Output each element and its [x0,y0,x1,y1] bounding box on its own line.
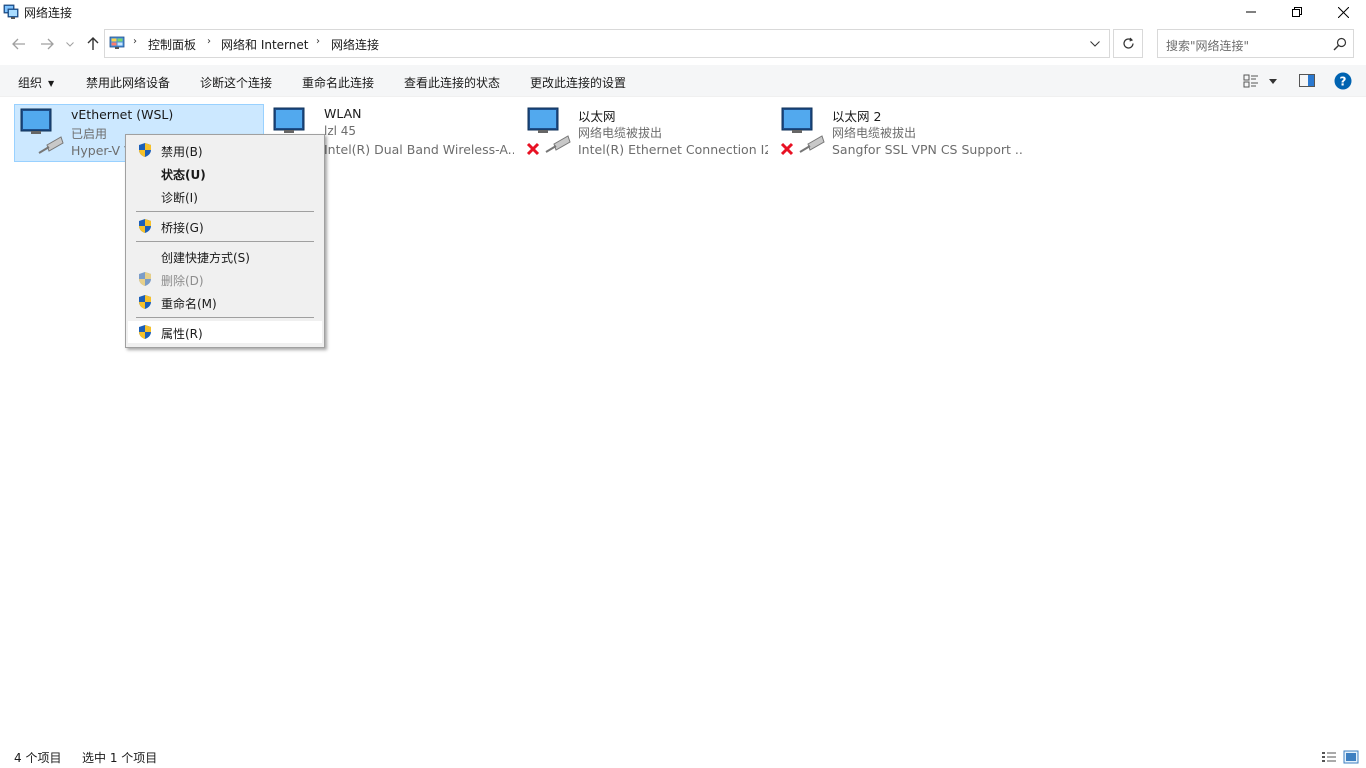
arrow-up-icon [87,37,99,50]
menu-item-label: 重命名(M) [161,297,217,311]
connection-status: 网络电缆被拔出 [578,126,663,140]
address-bar[interactable]: › 控制面板 › 网络和 Internet › 网络连接 [104,29,1110,58]
uac-shield-icon [139,219,151,233]
breadcrumb-separator[interactable]: › [316,36,320,47]
network-adapter-icon [20,108,64,154]
details-view-icon[interactable] [1321,749,1337,765]
menu-item-properties[interactable]: 属性(R) [128,321,322,343]
connection-device: Intel(R) Ethernet Connection I2... [578,142,768,157]
menu-separator [136,211,314,212]
menu-item-delete[interactable]: 删除(D) [128,268,322,290]
menu-item-create-shortcut[interactable]: 创建快捷方式(S) [128,245,322,267]
menu-separator [136,241,314,242]
connection-status: 网络电缆被拔出 [832,126,917,140]
breadcrumb-separator[interactable]: › [207,36,211,47]
connection-device: Sangfor SSL VPN CS Support ... [832,142,1022,157]
diagnose-button[interactable]: 诊断这个连接 [200,74,272,91]
svg-text:?: ? [1340,75,1347,89]
restore-icon [1292,7,1302,17]
control-panel-icon [109,36,125,49]
connection-device: Intel(R) Dual Band Wireless-A... [324,142,514,157]
view-status-button[interactable]: 查看此连接的状态 [404,74,500,91]
minimize-button[interactable] [1228,0,1274,24]
up-button[interactable] [83,34,103,54]
forward-button[interactable] [37,34,57,54]
command-bar: 组织 ▼ 禁用此网络设备 诊断这个连接 重命名此连接 查看此连接的状态 更改此连接… [0,65,1366,97]
item-count: 4 个项目 [14,751,62,765]
organize-label: 组织 [18,76,43,90]
rename-button[interactable]: 重命名此连接 [302,74,374,91]
connection-status: 已启用 [71,127,108,141]
caret-down-icon [1269,78,1277,84]
restore-button[interactable] [1274,0,1320,24]
menu-item-disable[interactable]: 禁用(B) [128,139,322,161]
chevron-down-icon [1090,41,1100,47]
refresh-button[interactable] [1113,29,1143,58]
uac-shield-icon [139,295,151,309]
connection-name: 以太网 [578,109,616,124]
network-adapter-icon [526,107,571,156]
connection-name: vEthernet (WSL) [71,107,174,122]
connection-name: WLAN [324,106,362,121]
address-history-button[interactable] [1085,34,1105,54]
breadcrumb-network-connections[interactable]: 网络连接 [331,36,379,53]
help-icon: ? [1334,72,1352,90]
search-icon[interactable] [1333,37,1347,51]
connection-status: lzl 45 [324,124,357,138]
disable-device-button[interactable]: 禁用此网络设备 [86,74,170,91]
breadcrumb-separator[interactable]: › [133,36,137,47]
preview-pane-button[interactable] [1298,72,1316,90]
menu-item-label: 状态(U) [161,168,206,182]
menu-item-label: 删除(D) [161,274,204,288]
change-view-button[interactable] [1242,72,1260,90]
address-row: › 控制面板 › 网络和 Internet › 网络连接 搜索"网络连接" [0,28,1366,60]
menu-item-diagnose[interactable]: 诊断(I) [128,185,322,207]
network-connections-icon [3,4,19,19]
connection-name: 以太网 2 [832,109,882,124]
menu-separator [136,317,314,318]
status-bar: 4 个项目 选中 1 个项目 [0,746,1366,768]
network-adapter-icon [780,107,825,156]
back-button[interactable] [9,34,29,54]
menu-item-rename[interactable]: 重命名(M) [128,291,322,313]
context-menu: 禁用(B) 状态(U) 诊断(I) 桥接(G) 创建快捷方式(S) 删除(D) … [125,134,325,348]
menu-item-bridge[interactable]: 桥接(G) [128,215,322,237]
change-settings-button[interactable]: 更改此连接的设置 [530,74,626,91]
connection-item-ethernet[interactable]: 以太网 网络电缆被拔出 Intel(R) Ethernet Connection… [522,104,772,162]
selected-count: 选中 1 个项目 [82,751,158,765]
title-bar: 网络连接 [0,0,1366,24]
view-options-dropdown[interactable] [1266,72,1280,90]
uac-shield-icon [139,272,151,286]
search-placeholder: 搜索"网络连接" [1166,39,1250,53]
menu-item-label: 创建快捷方式(S) [161,251,250,265]
breadcrumb-network-internet[interactable]: 网络和 Internet [221,36,308,53]
recent-locations-button[interactable] [63,34,77,54]
menu-item-label: 诊断(I) [161,191,198,205]
uac-shield-icon [139,325,151,339]
large-icons-view-icon[interactable] [1343,749,1359,765]
search-input[interactable]: 搜索"网络连接" [1157,29,1354,58]
menu-item-label: 桥接(G) [161,221,204,235]
menu-item-status[interactable]: 状态(U) [128,162,322,184]
arrow-left-icon [12,38,25,50]
window-title: 网络连接 [24,6,73,20]
view-tiles-icon [1243,74,1258,88]
minimize-icon [1246,11,1256,13]
help-button[interactable]: ? [1334,72,1352,90]
connection-item-ethernet-2[interactable]: 以太网 2 网络电缆被拔出 Sangfor SSL VPN CS Support… [776,104,1026,162]
refresh-icon [1122,37,1134,49]
preview-pane-icon [1299,74,1315,87]
close-button[interactable] [1320,0,1366,24]
menu-item-label: 属性(R) [161,327,203,341]
arrow-right-icon [41,38,54,50]
close-icon [1337,6,1349,18]
caret-down-icon: ▼ [48,79,55,88]
chevron-down-icon [66,41,74,47]
menu-item-label: 禁用(B) [161,145,203,159]
organize-button[interactable]: 组织 ▼ [18,74,54,91]
breadcrumb-control-panel[interactable]: 控制面板 [148,36,196,53]
uac-shield-icon [139,143,151,157]
